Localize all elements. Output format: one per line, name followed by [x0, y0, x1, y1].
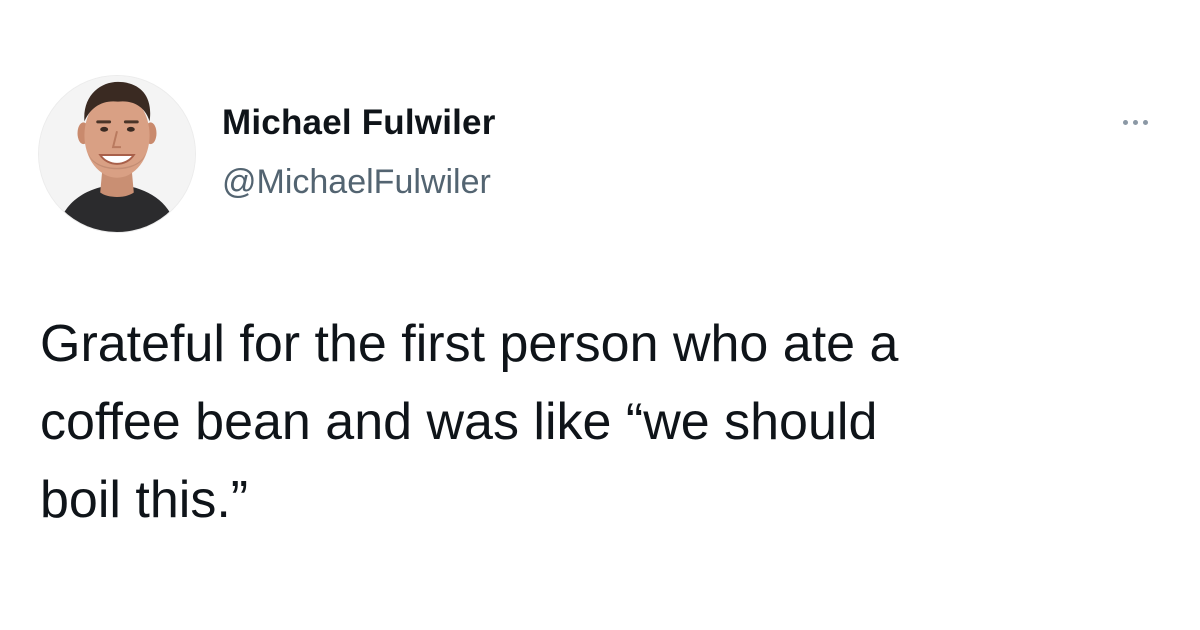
- tweet-text-line: Grateful for the first person who ate a: [40, 315, 899, 373]
- avatar[interactable]: [38, 75, 196, 233]
- tweet-card: Michael Fulwiler @MichaelFulwiler Gratef…: [0, 0, 1200, 630]
- more-horizontal-icon: [1122, 119, 1128, 125]
- avatar-photo: [39, 76, 195, 232]
- tweet-text: Grateful for the first person who ate a …: [40, 305, 1160, 539]
- more-horizontal-icon-dot: [1132, 119, 1138, 125]
- more-horizontal-icon-dot: [1142, 119, 1148, 125]
- tweet-text-line: coffee bean and was like “we should: [40, 393, 878, 451]
- author-handle[interactable]: @MichaelFulwiler: [222, 163, 491, 202]
- tweet-text-line: boil this.”: [40, 471, 249, 529]
- author-display-name[interactable]: Michael Fulwiler: [222, 103, 496, 143]
- more-options-button[interactable]: [1112, 108, 1158, 136]
